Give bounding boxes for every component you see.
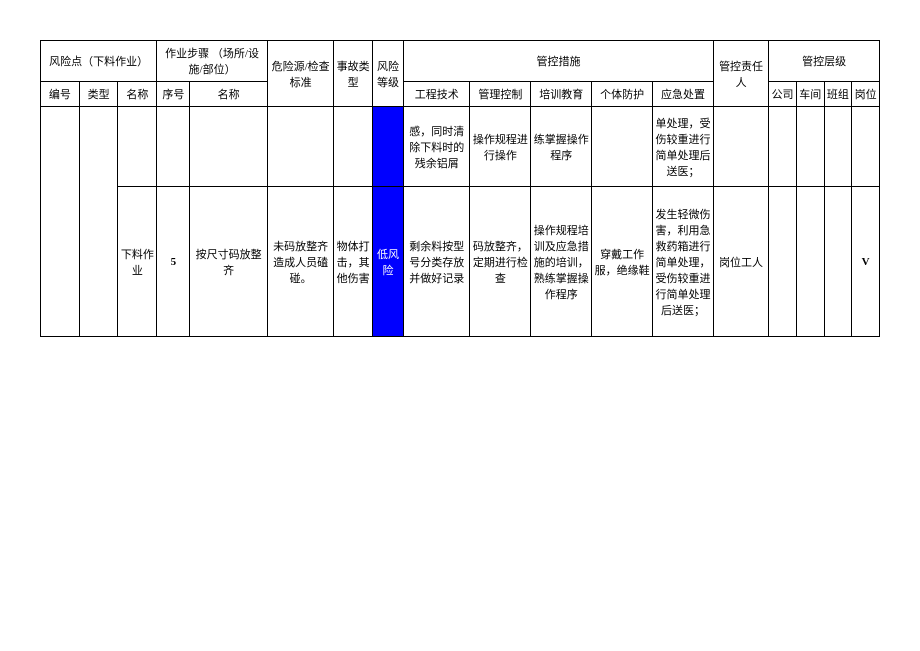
cell-team	[824, 107, 852, 187]
hdr-rp-type: 类型	[79, 82, 118, 107]
cell-co	[769, 107, 797, 187]
cell-hazard	[267, 107, 333, 187]
cell-mgmt: 操作规程进行操作	[470, 107, 531, 187]
cell-post	[852, 107, 880, 187]
hdr-cm-eng: 工程技术	[404, 82, 470, 107]
cell-risk-level	[373, 107, 404, 187]
hdr-cl-team: 班组	[824, 82, 852, 107]
hdr-accident-type: 事故类型	[334, 41, 373, 107]
hdr-control-level: 管控层级	[769, 41, 880, 82]
hdr-ws-no: 序号	[157, 82, 190, 107]
hdr-work-step: 作业步骤 （场所/设施/部位）	[157, 41, 268, 82]
cell-resp: 岗位工人	[713, 187, 768, 337]
hdr-cm-mgmt: 管理控制	[470, 82, 531, 107]
cell-eng: 剩余料按型号分类存放并做好记录	[404, 187, 470, 337]
cell-train: 操作规程培训及应急措施的培训，熟练掌握操作程序	[531, 187, 592, 337]
cell-ws-name	[190, 107, 267, 187]
hdr-cl-shop: 车间	[796, 82, 824, 107]
cell-emerg: 单处理，受伤较重进行简单处理后送医；	[653, 107, 714, 187]
cell-train: 练掌握操作程序	[531, 107, 592, 187]
hdr-cm-train: 培训教育	[531, 82, 592, 107]
hdr-ws-name: 名称	[190, 82, 267, 107]
cell-eng: 感，同时清除下料时的残余铝屑	[404, 107, 470, 187]
risk-table: 风险点（下料作业） 作业步骤 （场所/设施/部位） 危险源/检查标准 事故类型 …	[40, 40, 880, 337]
cell-ws-name: 按尺寸码放整齐	[190, 187, 267, 337]
hdr-control-measures: 管控措施	[404, 41, 714, 82]
cell-mgmt: 码放整齐，定期进行检查	[470, 187, 531, 337]
hdr-cm-ppe: 个体防护	[592, 82, 653, 107]
hdr-risk-level: 风险等级	[373, 41, 404, 107]
cell-ws-no: 5	[157, 187, 190, 337]
cell-rp-name: 下料作业	[118, 187, 157, 337]
hdr-responsible: 管控责任人	[713, 41, 768, 107]
table-row: 感，同时清除下料时的残余铝屑 操作规程进行操作 练掌握操作程序 单处理，受伤较重…	[41, 107, 880, 187]
cell-co	[769, 187, 797, 337]
hdr-cl-co: 公司	[769, 82, 797, 107]
cell-shop	[796, 107, 824, 187]
cell-hazard: 未码放整齐造成人员磕碰。	[267, 187, 333, 337]
cell-risk-level: 低风险	[373, 187, 404, 337]
hdr-rp-name: 名称	[118, 82, 157, 107]
cell-post: V	[852, 187, 880, 337]
cell-resp	[713, 107, 768, 187]
cell-ws-no	[157, 107, 190, 187]
cell-rp-no	[41, 107, 80, 337]
cell-rp-name	[118, 107, 157, 187]
hdr-cl-post: 岗位	[852, 82, 880, 107]
cell-team	[824, 187, 852, 337]
hdr-risk-point: 风险点（下料作业）	[41, 41, 157, 82]
cell-shop	[796, 187, 824, 337]
cell-rp-type	[79, 107, 118, 337]
hdr-hazard: 危险源/检查标准	[267, 41, 333, 107]
table-row: 下料作业 5 按尺寸码放整齐 未码放整齐造成人员磕碰。 物体打击，其他伤害 低风…	[41, 187, 880, 337]
cell-accident	[334, 107, 373, 187]
cell-ppe	[592, 107, 653, 187]
cell-emerg: 发生轻微伤害，利用急救药箱进行简单处理，受伤较重进行简单处理后送医；	[653, 187, 714, 337]
cell-accident: 物体打击，其他伤害	[334, 187, 373, 337]
hdr-cm-emerg: 应急处置	[653, 82, 714, 107]
cell-ppe: 穿戴工作服，绝缘鞋	[592, 187, 653, 337]
hdr-rp-no: 编号	[41, 82, 80, 107]
